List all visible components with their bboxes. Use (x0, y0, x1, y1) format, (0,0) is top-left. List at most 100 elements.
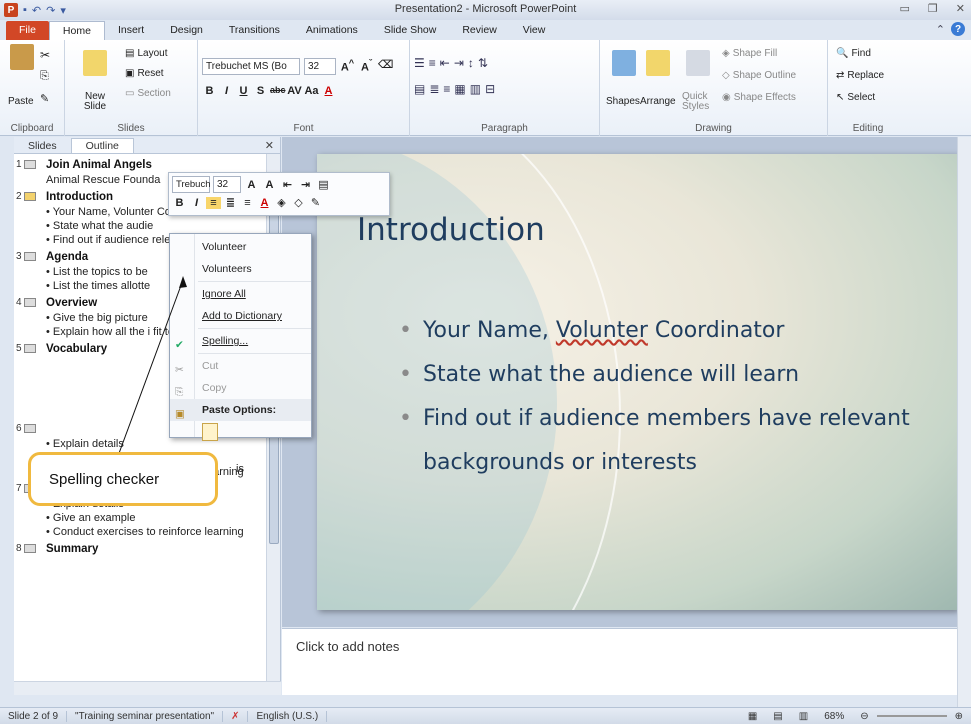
quick-styles-icon[interactable] (686, 50, 710, 76)
spelling-item[interactable]: ✔ Spelling... (170, 330, 311, 352)
new-slide-icon[interactable] (83, 50, 107, 76)
help-icon[interactable]: ? (951, 22, 965, 36)
paste-button[interactable]: Paste (8, 96, 34, 107)
line-spacing-icon[interactable]: ↕ (468, 56, 474, 70)
paste-option-keep-text[interactable] (170, 421, 311, 444)
tab-home[interactable]: Home (48, 21, 105, 40)
select-button[interactable]: ↖ Select (836, 92, 875, 103)
tab-slide-show[interactable]: Slide Show (371, 21, 450, 40)
font-family-combo[interactable]: Trebuchet MS (Bo (202, 58, 300, 75)
decrease-indent-icon[interactable]: ⇤ (440, 56, 450, 70)
add-to-dictionary-item[interactable]: Add to Dictionary (170, 305, 311, 327)
suggestion-volunteers[interactable]: Volunteers (170, 258, 311, 280)
mini-align-center-icon[interactable]: ≣ (223, 196, 238, 209)
ignore-all-item[interactable]: Ignore All (170, 283, 311, 305)
align-right-icon[interactable]: ≡ (443, 82, 450, 96)
font-color-icon[interactable]: A (321, 85, 336, 97)
shape-effects-button[interactable]: ◉ Shape Effects (722, 92, 796, 103)
slide-icon[interactable] (24, 252, 36, 261)
reset-button[interactable]: ▣ Reset (125, 68, 164, 79)
outline-slide-title[interactable]: Join Animal Angels (36, 157, 267, 173)
bold-icon[interactable]: B (202, 85, 217, 97)
slide-icon[interactable] (24, 344, 36, 353)
customize-qat-icon[interactable]: ▾ (60, 4, 66, 17)
shapes-button[interactable]: Shapes (606, 96, 640, 107)
font-size-combo[interactable]: 32 (304, 58, 336, 75)
suggestion-volunteer[interactable]: Volunteer (170, 236, 311, 258)
save-icon[interactable]: ▪ (23, 4, 27, 16)
minimize-ribbon-icon[interactable]: ⌃ (936, 23, 945, 36)
outline-bullet[interactable]: • Give an example (36, 511, 267, 525)
normal-view-icon[interactable]: ▦ (740, 711, 765, 722)
slide-canvas[interactable]: Introduction • Your Name, Volunter Coordi… (317, 154, 957, 610)
grow-font-icon[interactable]: A^ (340, 58, 355, 75)
mini-bold-icon[interactable]: B (172, 197, 187, 209)
increase-indent-icon[interactable]: ⇥ (454, 56, 464, 70)
change-case-icon[interactable]: Aa (304, 85, 319, 97)
mini-format-icon[interactable]: ▤ (316, 178, 331, 191)
underline-icon[interactable]: U (236, 85, 251, 97)
slide-icon[interactable] (24, 298, 36, 307)
numbering-icon[interactable]: ≡ (429, 56, 436, 70)
slide-sorter-icon[interactable]: ▤ (765, 711, 790, 722)
section-button[interactable]: ▭ Section (125, 88, 171, 99)
cut-item[interactable]: ✂ Cut (170, 355, 311, 377)
mini-font-color-icon[interactable]: A (257, 197, 272, 209)
mini-size-combo[interactable]: 32 (213, 176, 241, 193)
outline-slide-title[interactable]: Summary (36, 541, 267, 557)
mini-align-left-icon[interactable]: ≡ (206, 196, 221, 209)
slide-icon[interactable] (24, 160, 36, 169)
character-spacing-icon[interactable]: AV (287, 85, 302, 97)
spelling-status-icon[interactable]: ✗ (223, 710, 249, 722)
mini-shrink-font-icon[interactable]: A (262, 179, 277, 191)
outline-hscrollbar[interactable] (14, 681, 281, 695)
find-button[interactable]: 🔍 Find (836, 48, 871, 59)
zoom-level[interactable]: 68% (816, 711, 852, 722)
slide-title[interactable]: Introduction (357, 212, 545, 248)
tab-outline[interactable]: Outline (70, 138, 134, 153)
tab-animations[interactable]: Animations (293, 21, 371, 40)
columns-icon[interactable]: ▥ (470, 82, 481, 96)
shrink-font-icon[interactable]: Aˇ (359, 58, 374, 75)
outline-slide[interactable]: 8 Summary (14, 541, 267, 557)
powerpoint-logo-icon[interactable]: P (4, 3, 18, 17)
pane-close-icon[interactable]: ✕ (265, 139, 274, 152)
reading-view-icon[interactable]: ▥ (791, 711, 816, 722)
tab-slides[interactable]: Slides (14, 139, 71, 153)
zoom-out-icon[interactable]: ⊖ (852, 711, 876, 722)
zoom-slider[interactable] (876, 715, 947, 717)
outline-bullet[interactable]: • Conduct exercises to reinforce learnin… (36, 525, 267, 539)
mini-outline-icon[interactable]: ◇ (291, 196, 306, 209)
justify-icon[interactable]: ▦ (454, 82, 465, 96)
align-left-icon[interactable]: ▤ (414, 82, 425, 96)
shapes-icon[interactable] (612, 50, 636, 76)
mini-grow-font-icon[interactable]: A (244, 179, 259, 191)
restore-icon[interactable]: ❐ (928, 2, 938, 15)
slide-body[interactable]: • Your Name, Volunter Coordinator • State … (399, 309, 939, 485)
slide-icon[interactable] (24, 544, 36, 553)
notes-pane[interactable]: Click to add notes (282, 628, 957, 695)
mini-fill-icon[interactable]: ◈ (274, 196, 289, 209)
align-text-icon[interactable]: ⊟ (485, 82, 495, 96)
minimize-icon[interactable]: ▭ (900, 2, 910, 15)
misspelled-word[interactable]: Volunter (556, 318, 648, 343)
cut-icon[interactable]: ✂ (40, 48, 50, 62)
mini-align-right-icon[interactable]: ≡ (240, 197, 255, 209)
replace-button[interactable]: ⇄ Replace (836, 70, 884, 81)
mini-font-combo[interactable]: Trebuch (172, 176, 211, 193)
mini-format-painter-icon[interactable]: ✎ (308, 196, 323, 209)
bullets-icon[interactable]: ☰ (414, 56, 425, 70)
shape-fill-button[interactable]: ◈ Shape Fill (722, 48, 777, 59)
clear-formatting-icon[interactable]: ⌫ (378, 58, 394, 75)
close-icon[interactable]: ✕ (956, 2, 965, 15)
quick-styles-button[interactable]: Quick Styles (682, 92, 716, 112)
redo-icon[interactable]: ↷ (46, 4, 55, 17)
slide-icon[interactable] (24, 424, 36, 433)
language-indicator[interactable]: English (U.S.) (248, 710, 328, 722)
align-center-icon[interactable]: ≣ (429, 82, 439, 96)
text-direction-icon[interactable]: ⇅ (478, 56, 488, 70)
tab-file[interactable]: File (6, 21, 49, 40)
format-painter-icon[interactable]: ✎ (40, 92, 49, 105)
shape-outline-button[interactable]: ◇ Shape Outline (722, 70, 796, 81)
strikethrough-icon[interactable]: abc (270, 85, 286, 97)
